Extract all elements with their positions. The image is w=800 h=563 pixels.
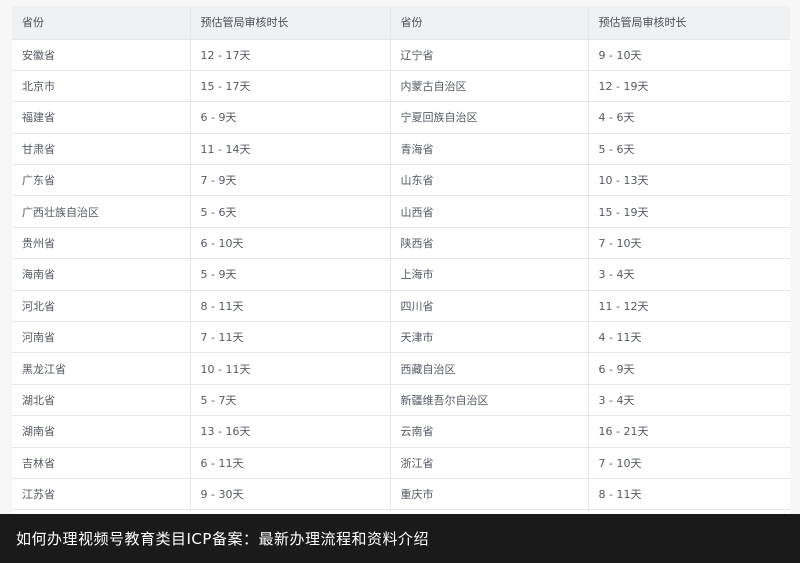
cell-review-time-2: 10 - 13天 — [588, 164, 790, 197]
cell-province-2: 山西省 — [390, 195, 589, 228]
cell-review-time-2: 3 - 4天 — [588, 384, 790, 417]
table-row: 河南省 7 - 11天 天津市 4 - 11天 — [12, 321, 790, 354]
review-time-table-container: 省份 预估管局审核时长 省份 预估管局审核时长 安徽省 12 - 17天 辽宁省 9 … — [12, 6, 790, 526]
cell-province-1: 吉林省 — [12, 447, 191, 479]
cell-province-2: 宁夏回族自治区 — [390, 101, 589, 134]
cell-province-2: 四川省 — [390, 290, 589, 323]
cell-review-time-2: 7 - 10天 — [588, 447, 790, 479]
cell-review-time-2: 6 - 9天 — [588, 352, 790, 385]
cell-province-1: 福建省 — [12, 101, 191, 134]
table-row: 海南省 5 - 9天 上海市 3 - 4天 — [12, 258, 790, 291]
cell-province-1: 湖北省 — [12, 384, 191, 417]
cell-review-time-2: 4 - 6天 — [588, 101, 790, 134]
cell-province-1: 贵州省 — [12, 227, 191, 260]
cell-province-1: 江苏省 — [12, 478, 191, 511]
cell-review-time-2: 8 - 11天 — [588, 478, 790, 511]
cell-review-time-1: 7 - 11天 — [190, 321, 391, 354]
cell-province-2: 天津市 — [390, 321, 589, 354]
cell-review-time-1: 15 - 17天 — [190, 70, 391, 103]
cell-review-time-1: 5 - 6天 — [190, 195, 391, 228]
cell-review-time-1: 12 - 17天 — [190, 39, 391, 71]
cell-review-time-2: 5 - 6天 — [588, 133, 790, 166]
cell-province-1: 河南省 — [12, 321, 191, 354]
cell-province-1: 北京市 — [12, 70, 191, 103]
cell-province-1: 黑龙江省 — [12, 352, 191, 385]
cell-province-1: 广西壮族自治区 — [12, 195, 191, 228]
cell-review-time-1: 5 - 7天 — [190, 384, 391, 417]
cell-province-2: 云南省 — [390, 415, 589, 448]
cell-province-2: 西藏自治区 — [390, 352, 589, 385]
cell-review-time-2: 4 - 11天 — [588, 321, 790, 354]
table-header-row: 省份 预估管局审核时长 省份 预估管局审核时长 — [12, 6, 790, 40]
cell-province-1: 河北省 — [12, 290, 191, 323]
cell-province-2: 新疆维吾尔自治区 — [390, 384, 589, 417]
cell-province-1: 甘肃省 — [12, 133, 191, 166]
table-row: 福建省 6 - 9天 宁夏回族自治区 4 - 6天 — [12, 101, 790, 134]
table-row: 北京市 15 - 17天 内蒙古自治区 12 - 19天 — [12, 70, 790, 103]
header-province-2: 省份 — [390, 6, 589, 40]
table-row: 安徽省 12 - 17天 辽宁省 9 - 10天 — [12, 39, 790, 71]
cell-review-time-2: 9 - 10天 — [588, 39, 790, 71]
cell-review-time-1: 9 - 30天 — [190, 478, 391, 511]
cell-review-time-2: 15 - 19天 — [588, 195, 790, 228]
cell-review-time-2: 16 - 21天 — [588, 415, 790, 448]
table-row: 贵州省 6 - 10天 陕西省 7 - 10天 — [12, 227, 790, 260]
table-row: 黑龙江省 10 - 11天 西藏自治区 6 - 9天 — [12, 352, 790, 385]
cell-review-time-2: 7 - 10天 — [588, 227, 790, 260]
table-row: 吉林省 6 - 11天 浙江省 7 - 10天 — [12, 447, 790, 479]
cell-review-time-1: 6 - 9天 — [190, 101, 391, 134]
cell-review-time-2: 11 - 12天 — [588, 290, 790, 323]
cell-province-2: 青海省 — [390, 133, 589, 166]
header-review-time-1: 预估管局审核时长 — [190, 6, 391, 40]
cell-review-time-1: 6 - 10天 — [190, 227, 391, 260]
cell-province-2: 辽宁省 — [390, 39, 589, 71]
header-province-1: 省份 — [12, 6, 191, 40]
cell-province-1: 湖南省 — [12, 415, 191, 448]
cell-review-time-2: 3 - 4天 — [588, 258, 790, 291]
caption-text: 如何办理视频号教育类目ICP备案：最新办理流程和资料介绍 — [16, 530, 429, 548]
cell-province-2: 浙江省 — [390, 447, 589, 479]
caption-bar: 如何办理视频号教育类目ICP备案：最新办理流程和资料介绍 — [0, 514, 800, 563]
table-body: 安徽省 12 - 17天 辽宁省 9 - 10天 北京市 15 - 17天 内蒙古自治区 12… — [12, 39, 790, 511]
cell-review-time-1: 13 - 16天 — [190, 415, 391, 448]
cell-review-time-1: 5 - 9天 — [190, 258, 391, 291]
cell-province-1: 海南省 — [12, 258, 191, 291]
table-row: 江苏省 9 - 30天 重庆市 8 - 11天 — [12, 478, 790, 511]
table-row: 广东省 7 - 9天 山东省 10 - 13天 — [12, 164, 790, 197]
cell-review-time-1: 10 - 11天 — [190, 352, 391, 385]
cell-review-time-1: 8 - 11天 — [190, 290, 391, 323]
review-time-table: 省份 预估管局审核时长 省份 预估管局审核时长 安徽省 12 - 17天 辽宁省 9 … — [12, 6, 790, 511]
page: 省份 预估管局审核时长 省份 预估管局审核时长 安徽省 12 - 17天 辽宁省 9 … — [0, 0, 800, 563]
cell-province-2: 陕西省 — [390, 227, 589, 260]
cell-province-1: 广东省 — [12, 164, 191, 197]
cell-province-1: 安徽省 — [12, 39, 191, 71]
cell-review-time-2: 12 - 19天 — [588, 70, 790, 103]
cell-review-time-1: 11 - 14天 — [190, 133, 391, 166]
cell-province-2: 重庆市 — [390, 478, 589, 511]
cell-province-2: 内蒙古自治区 — [390, 70, 589, 103]
table-row: 湖北省 5 - 7天 新疆维吾尔自治区 3 - 4天 — [12, 384, 790, 417]
table-row: 湖南省 13 - 16天 云南省 16 - 21天 — [12, 415, 790, 448]
cell-province-2: 山东省 — [390, 164, 589, 197]
cell-province-2: 上海市 — [390, 258, 589, 291]
table-row: 河北省 8 - 11天 四川省 11 - 12天 — [12, 290, 790, 323]
header-review-time-2: 预估管局审核时长 — [588, 6, 790, 40]
table-row: 甘肃省 11 - 14天 青海省 5 - 6天 — [12, 133, 790, 166]
cell-review-time-1: 6 - 11天 — [190, 447, 391, 479]
table-row: 广西壮族自治区 5 - 6天 山西省 15 - 19天 — [12, 195, 790, 228]
cell-review-time-1: 7 - 9天 — [190, 164, 391, 197]
